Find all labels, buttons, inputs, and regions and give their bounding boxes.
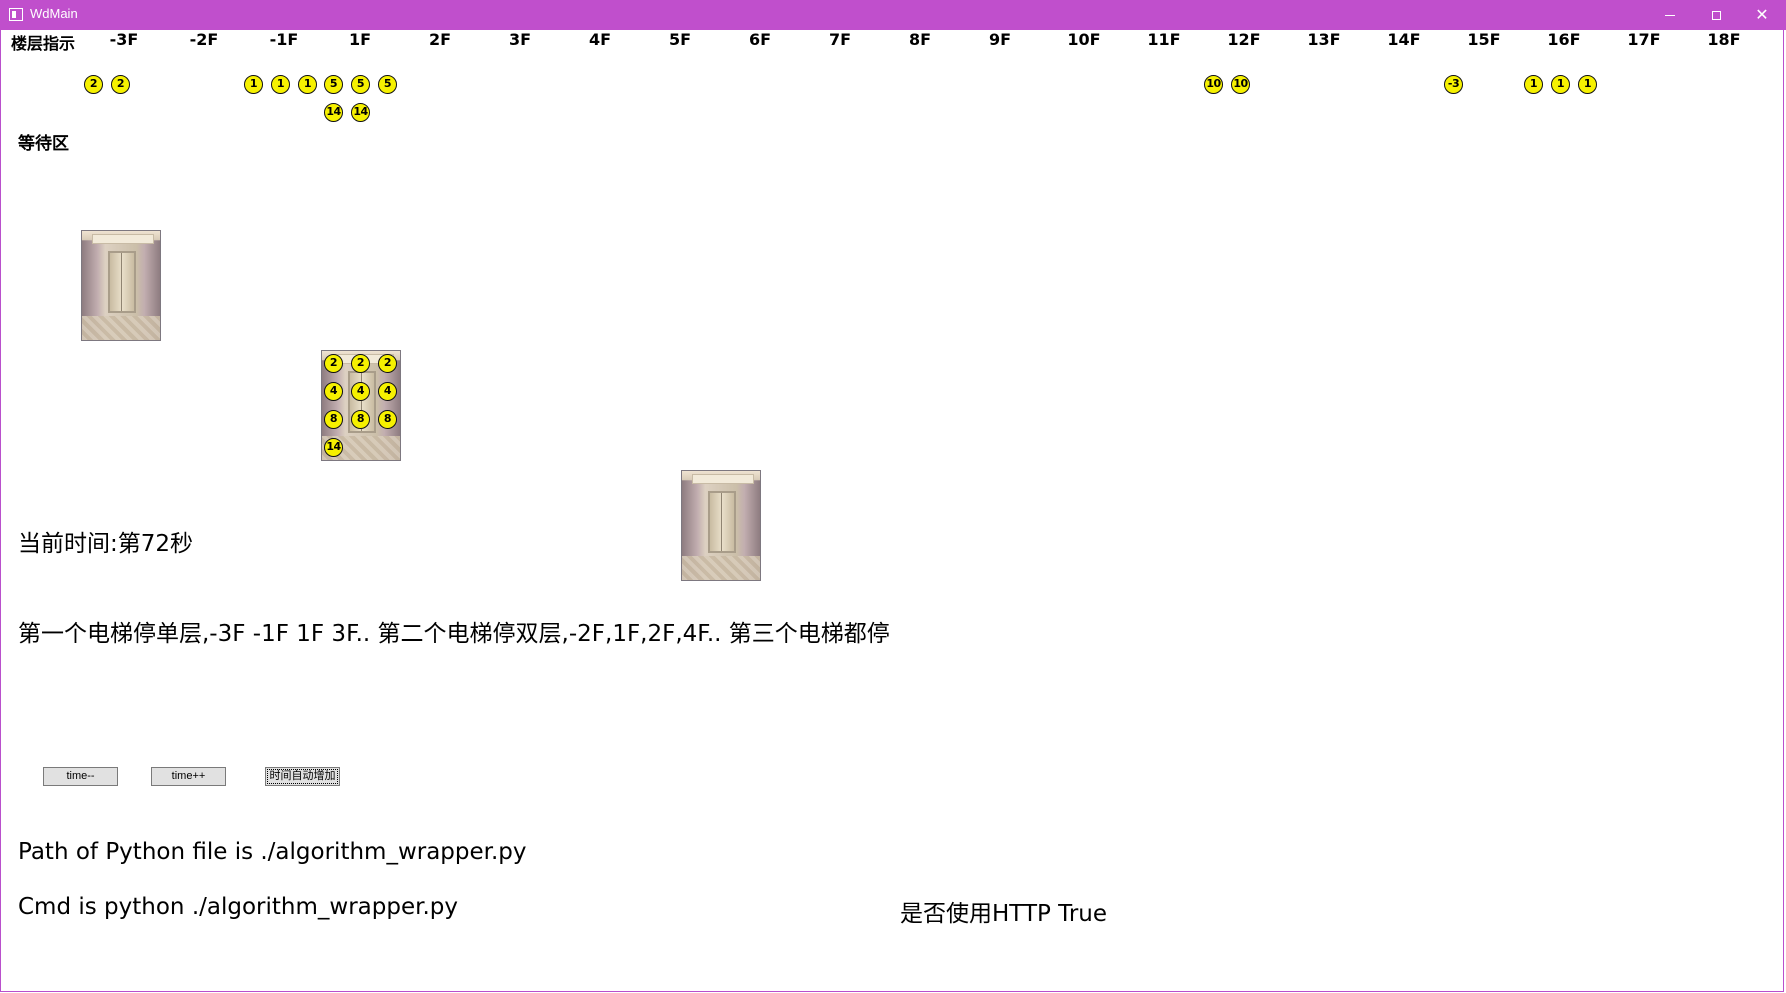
elevator-passenger-badge: 2 xyxy=(351,354,370,373)
waiting-passenger-badge: -3 xyxy=(1444,75,1463,94)
waiting-passenger-badge: 2 xyxy=(111,75,130,94)
window-title: WdMain xyxy=(30,6,78,21)
waiting-passenger-badge: 14 xyxy=(324,103,343,122)
floor-label: 14F xyxy=(1387,30,1421,49)
waiting-passenger-badge: 5 xyxy=(378,75,397,94)
elevator-rules-description: 第一个电梯停单层,-3F -1F 1F 3F.. 第二个电梯停双层,-2F,1F… xyxy=(18,621,890,647)
floor-label: 2F xyxy=(428,30,452,49)
elevator-passenger-badge: 8 xyxy=(351,410,370,429)
elevator-car xyxy=(681,470,761,581)
floor-label: -2F xyxy=(189,30,219,49)
waiting-passenger-badge: 1 xyxy=(1551,75,1570,94)
cmd-label: Cmd is python ./algorithm_wrapper.py xyxy=(18,894,458,920)
floor-label: 15F xyxy=(1467,30,1501,49)
waiting-passenger-badge: 1 xyxy=(298,75,317,94)
waiting-passenger-badge: 5 xyxy=(324,75,343,94)
floor-label: 3F xyxy=(508,30,532,49)
waiting-passenger-badge: 10 xyxy=(1204,75,1223,94)
waiting-passenger-badge: 1 xyxy=(1578,75,1597,94)
floor-label: 9F xyxy=(988,30,1012,49)
close-icon: ✕ xyxy=(1755,5,1769,24)
waiting-passenger-badge: 1 xyxy=(1524,75,1543,94)
waiting-area-title: 等待区 xyxy=(18,134,69,154)
minimize-button[interactable] xyxy=(1647,0,1693,30)
waiting-passenger-badge: 5 xyxy=(351,75,370,94)
floor-label: 11F xyxy=(1147,30,1181,49)
floor-label: 8F xyxy=(908,30,932,49)
floor-label: 16F xyxy=(1547,30,1581,49)
waiting-passenger-badge: 10 xyxy=(1231,75,1250,94)
elevator-car xyxy=(81,230,161,341)
floor-label: 5F xyxy=(668,30,692,49)
use-http-label: 是否使用HTTP True xyxy=(900,901,1108,927)
maximize-icon xyxy=(1711,10,1721,20)
floor-label: -3F xyxy=(109,30,139,49)
floor-label: 18F xyxy=(1707,30,1741,49)
elevator-passenger-badge: 8 xyxy=(378,410,397,429)
floor-label: 6F xyxy=(748,30,772,49)
waiting-passenger-badge: 2 xyxy=(84,75,103,94)
floor-label: 10F xyxy=(1067,30,1101,49)
close-button[interactable]: ✕ xyxy=(1739,0,1785,30)
elevator-passenger-badge: 4 xyxy=(324,382,343,401)
floor-label: 17F xyxy=(1627,30,1661,49)
elevator-passenger-badge: 4 xyxy=(351,382,370,401)
elevator-passenger-badge: 8 xyxy=(324,410,343,429)
elevator-passenger-badge: 2 xyxy=(378,354,397,373)
app-icon xyxy=(9,8,23,21)
time-increment-button[interactable]: time++ xyxy=(151,767,226,786)
maximize-button[interactable] xyxy=(1693,0,1739,30)
elevator-car: 2 2 2 4 4 4 8 8 8 14 xyxy=(321,350,401,461)
time-decrement-button[interactable]: time-- xyxy=(43,767,118,786)
floor-label: 12F xyxy=(1227,30,1261,49)
waiting-passenger-badge: 14 xyxy=(351,103,370,122)
elevator-passenger-badge: 14 xyxy=(324,438,343,457)
floor-label: 1F xyxy=(348,30,372,49)
elevator-passenger-badge: 4 xyxy=(378,382,397,401)
floor-label: -1F xyxy=(269,30,299,49)
floor-label: 13F xyxy=(1307,30,1341,49)
elevator-passenger-badge: 2 xyxy=(324,354,343,373)
floor-label: 4F xyxy=(588,30,612,49)
auto-time-button[interactable]: 时间自动增加 xyxy=(265,767,340,786)
waiting-passenger-badge: 1 xyxy=(271,75,290,94)
current-time-label: 当前时间:第72秒 xyxy=(18,531,194,557)
floor-indicator-title: 楼层指示 xyxy=(11,34,76,53)
waiting-passenger-badge: 1 xyxy=(244,75,263,94)
minimize-icon xyxy=(1665,14,1675,16)
floor-label: 7F xyxy=(828,30,852,49)
title-bar[interactable]: WdMain ✕ xyxy=(0,0,1786,30)
python-path-label: Path of Python file is ./algorithm_wrapp… xyxy=(18,839,527,865)
